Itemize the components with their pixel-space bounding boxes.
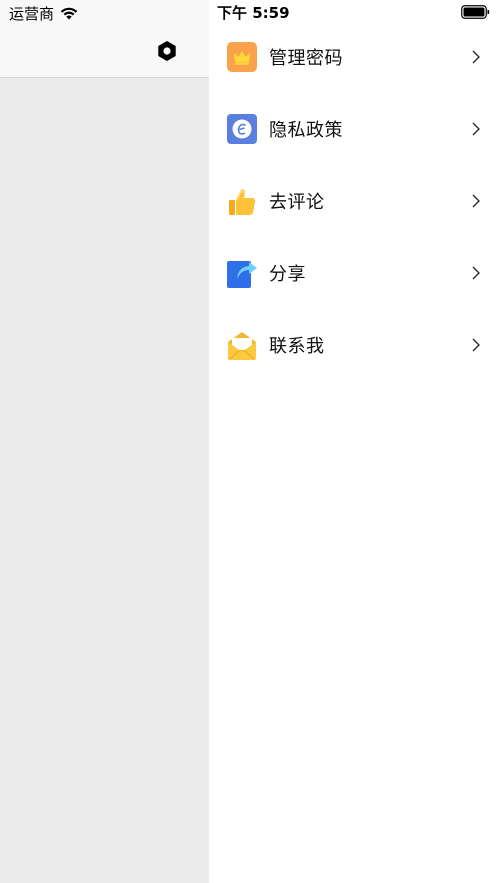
menu-item-manage-password[interactable]: 管理密码 [209, 21, 497, 93]
menu-item-share[interactable]: 分享 [209, 237, 497, 309]
drawer-menu: 管理密码 隐私政策 去评论 分享 联系我 [209, 21, 497, 381]
main-page[interactable]: 运营商 [0, 0, 209, 883]
app-screen: 运营商 下午 5:59 管理密码 隐私政策 去评论 分享 联系我 [0, 0, 497, 883]
main-nav-bar: 运营商 [0, 0, 209, 78]
crown-icon [227, 42, 257, 72]
status-bar-left: 运营商 [9, 3, 78, 23]
menu-item-contact-me[interactable]: 联系我 [209, 309, 497, 381]
chevron-right-icon [471, 121, 481, 137]
menu-label: 隐私政策 [269, 120, 343, 141]
menu-label: 去评论 [269, 192, 325, 213]
wifi-icon [60, 6, 78, 20]
thumbs-up-icon [227, 186, 257, 216]
privacy-icon [227, 114, 257, 144]
chevron-right-icon [471, 265, 481, 281]
chevron-right-icon [471, 337, 481, 353]
menu-label: 联系我 [269, 336, 325, 357]
menu-item-review[interactable]: 去评论 [209, 165, 497, 237]
battery-icon [461, 5, 490, 19]
chevron-right-icon [471, 193, 481, 209]
settings-hexagon-icon[interactable] [156, 40, 178, 62]
status-time: 下午 5:59 [217, 4, 290, 22]
menu-label: 分享 [269, 264, 306, 285]
menu-item-privacy-policy[interactable]: 隐私政策 [209, 93, 497, 165]
share-icon [227, 258, 257, 288]
chevron-right-icon [471, 49, 481, 65]
menu-label: 管理密码 [269, 48, 343, 69]
mail-icon [227, 330, 257, 360]
carrier-label: 运营商 [9, 4, 55, 23]
